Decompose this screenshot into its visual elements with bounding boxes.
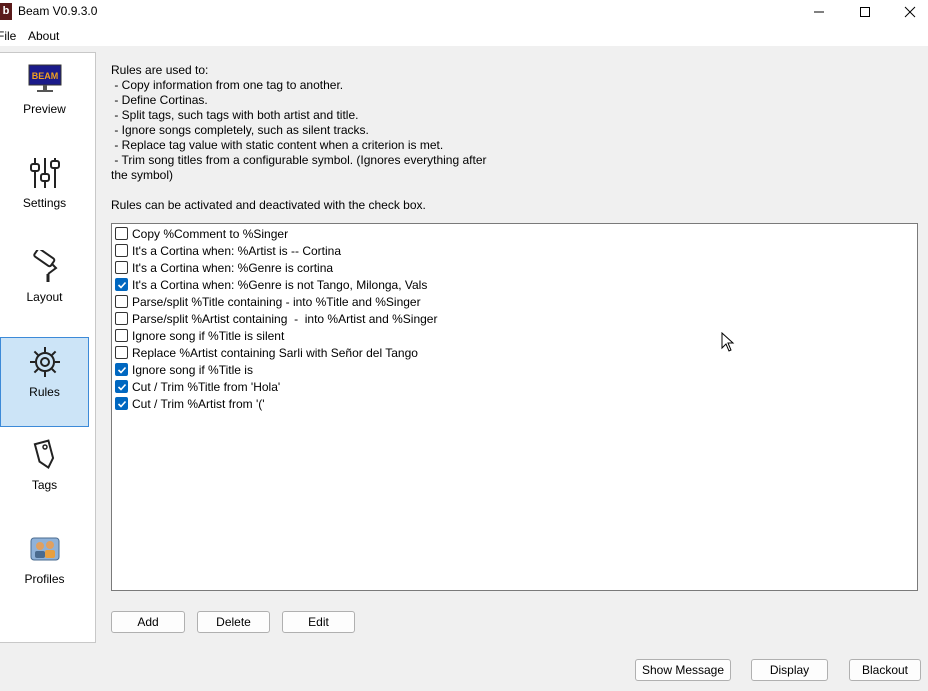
delete-button[interactable]: Delete (197, 611, 270, 633)
maximize-icon (860, 7, 870, 17)
rule-checkbox[interactable] (115, 397, 128, 410)
maximize-button[interactable] (842, 0, 888, 24)
rule-item[interactable]: It's a Cortina when: %Genre is not Tango… (115, 276, 427, 293)
paint-roller-icon (25, 247, 65, 287)
menu-bar: File About (0, 24, 928, 46)
app-icon: b (0, 3, 12, 20)
description-line: the symbol) (111, 168, 174, 182)
rules-description: Rules are used to: - Copy information fr… (111, 63, 511, 183)
description-line: - Trim song titles from a configurable s… (111, 153, 487, 167)
rule-item[interactable]: Replace %Artist containing Sarli with Se… (115, 344, 418, 361)
close-button[interactable] (887, 0, 928, 24)
sidebar-item-label: Profiles (24, 572, 65, 586)
rule-item[interactable]: Ignore song if %Title is silent (115, 327, 284, 344)
description-line: - Replace tag value with static content … (111, 138, 444, 152)
rule-item[interactable]: It's a Cortina when: %Genre is cortina (115, 259, 333, 276)
gear-icon (25, 342, 65, 382)
sidebar-item-layout[interactable]: Layout (0, 243, 89, 333)
rule-label: Ignore song if %Title is silent (132, 328, 285, 343)
sidebar-item-rules[interactable]: Rules (0, 337, 89, 427)
rule-label: Parse/split %Artist containing - into %A… (132, 311, 438, 326)
rule-label: It's a Cortina when: %Genre is cortina (132, 260, 334, 275)
rule-checkbox[interactable] (115, 380, 128, 393)
menu-file[interactable]: File (0, 29, 16, 43)
rule-label: Ignore song if %Title is (132, 362, 253, 377)
blackout-button[interactable]: Blackout (849, 659, 921, 681)
rule-label: It's a Cortina when: %Artist is -- Corti… (132, 243, 342, 258)
checkmark-icon (117, 400, 126, 408)
sidebar-item-label: Layout (26, 290, 63, 304)
rule-item[interactable]: Cut / Trim %Artist from '(' (115, 395, 265, 412)
rule-label: Parse/split %Title containing - into %Ti… (132, 294, 421, 309)
rule-item[interactable]: Parse/split %Artist containing - into %A… (115, 310, 437, 327)
sidebar-item-label: Settings (22, 196, 67, 210)
rule-item[interactable]: Ignore song if %Title is (115, 361, 253, 378)
sidebar-item-tags[interactable]: Tags (0, 431, 89, 521)
rule-label: Replace %Artist containing Sarli with Se… (132, 345, 418, 360)
add-button[interactable]: Add (111, 611, 185, 633)
tag-icon (25, 435, 65, 475)
rules-list[interactable]: Copy %Comment to %Singer It's a Cortina w… (111, 223, 918, 591)
sidebar-nav: BEAM Preview Settings Layout Rules Tags … (0, 52, 96, 643)
show-message-button[interactable]: Show Message (635, 659, 731, 681)
sliders-icon (25, 153, 65, 193)
rules-hint: Rules can be activated and deactivated w… (111, 198, 426, 212)
rule-checkbox[interactable] (115, 329, 128, 342)
rule-checkbox[interactable] (115, 244, 128, 257)
window-title: Beam V0.9.3.0 (18, 4, 98, 18)
minimize-icon (814, 11, 824, 13)
checkmark-icon (117, 281, 126, 289)
close-icon (904, 6, 916, 18)
sidebar-item-profiles[interactable]: Profiles (0, 525, 89, 615)
rule-item[interactable]: Cut / Trim %Title from 'Hola' (115, 378, 280, 395)
checkmark-icon (117, 383, 126, 391)
rule-item[interactable]: It's a Cortina when: %Artist is -- Corti… (115, 242, 341, 259)
edit-button[interactable]: Edit (282, 611, 355, 633)
description-line: - Copy information from one tag to anoth… (111, 78, 344, 92)
title-bar: b Beam V0.9.3.0 (0, 0, 928, 24)
description-line: - Split tags, such tags with both artist… (111, 108, 359, 122)
sidebar-item-settings[interactable]: Settings (0, 149, 89, 239)
sidebar-item-label: Tags (31, 478, 58, 492)
minimize-button[interactable] (796, 0, 842, 24)
rule-label: Copy %Comment to %Singer (132, 226, 289, 241)
rule-checkbox[interactable] (115, 295, 128, 308)
description-line: - Ignore songs completely, such as silen… (111, 123, 369, 137)
monitor-icon: BEAM (25, 59, 65, 99)
rule-checkbox[interactable] (115, 278, 128, 291)
rule-label: Cut / Trim %Artist from '(' (132, 396, 265, 411)
svg-text:BEAM: BEAM (31, 71, 58, 81)
display-button[interactable]: Display (751, 659, 828, 681)
description-line: Rules are used to: (111, 63, 209, 77)
mouse-cursor-icon (721, 331, 735, 355)
rule-checkbox[interactable] (115, 227, 128, 240)
description-line: - Define Cortinas. (111, 93, 208, 107)
rule-item[interactable]: Parse/split %Title containing - into %Ti… (115, 293, 421, 310)
checkmark-icon (117, 366, 126, 374)
sidebar-item-label: Rules (29, 385, 60, 399)
rule-label: It's a Cortina when: %Genre is not Tango… (132, 277, 428, 292)
sidebar-item-label: Preview (23, 102, 66, 116)
menu-about[interactable]: About (28, 29, 59, 43)
rule-item[interactable]: Copy %Comment to %Singer (115, 225, 288, 242)
rule-checkbox[interactable] (115, 261, 128, 274)
rule-checkbox[interactable] (115, 312, 128, 325)
rule-checkbox[interactable] (115, 363, 128, 376)
profiles-icon (25, 529, 65, 569)
rule-checkbox[interactable] (115, 346, 128, 359)
rule-label: Cut / Trim %Title from 'Hola' (132, 379, 281, 394)
sidebar-item-preview[interactable]: BEAM Preview (0, 55, 89, 145)
